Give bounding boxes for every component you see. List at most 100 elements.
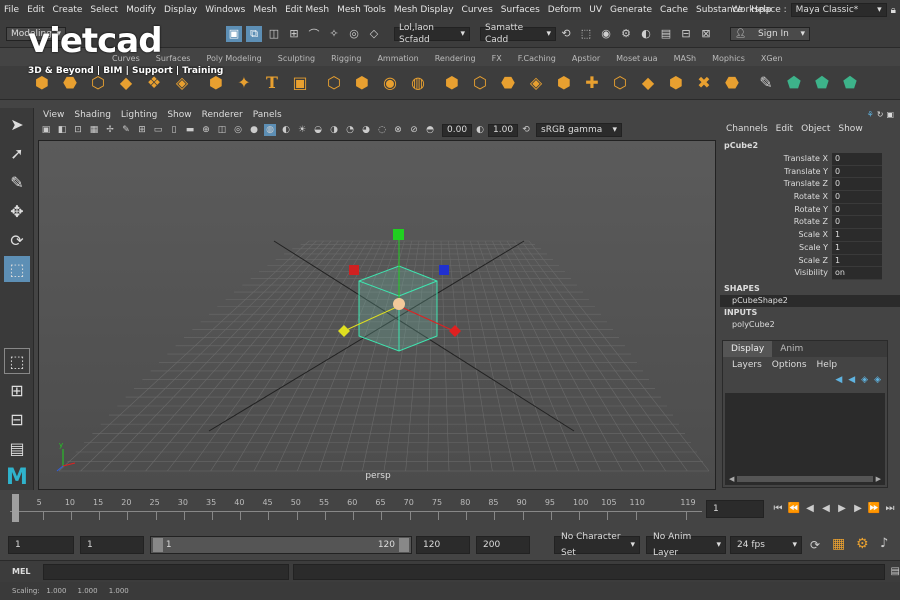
character-set-dropdown[interactable]: No Character Set ▾ <box>554 532 640 558</box>
menu-item-create[interactable]: Create <box>49 0 87 20</box>
sound-icon[interactable]: ♪ <box>880 536 888 551</box>
attribute-value[interactable]: 0 <box>832 216 882 230</box>
attribute-row[interactable]: Scale X 1 <box>720 229 900 242</box>
motion-blur-icon[interactable]: ◔ <box>344 124 356 136</box>
range-start-handle[interactable] <box>153 537 163 552</box>
command-language-label[interactable]: MEL <box>0 567 43 576</box>
safe-action-icon[interactable]: ◫ <box>216 124 228 136</box>
menu-item-modify[interactable]: Modify <box>122 0 160 20</box>
bevel-icon[interactable]: ⬣ <box>496 71 520 95</box>
attribute-row[interactable]: Translate Y 0 <box>720 165 900 179</box>
menu-item-generate[interactable]: Generate <box>606 0 656 20</box>
history-icon[interactable]: ⟲ <box>558 26 574 42</box>
bridge-icon[interactable]: ⬡ <box>468 71 492 95</box>
shelf-tab-moset-aua[interactable]: Moset aua <box>608 52 665 66</box>
loop-icon[interactable]: ⟳ <box>810 538 820 552</box>
auto-key-icon[interactable]: ▦ <box>832 536 845 552</box>
menu-item-windows[interactable]: Windows <box>201 0 249 20</box>
go-to-end-icon[interactable]: ⏭ <box>884 501 896 515</box>
grid-icon[interactable]: ⊞ <box>136 124 148 136</box>
channel-menu-object[interactable]: Object <box>797 124 834 134</box>
brush-icon[interactable]: ✎ <box>754 71 778 95</box>
attribute-editor-icon[interactable]: ⊟ <box>678 26 694 42</box>
camera-attr-icon[interactable]: ◧ <box>56 124 68 136</box>
lasso-tool-icon[interactable]: ➚ <box>4 140 30 166</box>
shelf-tab-fx[interactable]: FX <box>484 52 510 66</box>
menu-item-edit-mesh[interactable]: Edit Mesh <box>281 0 333 20</box>
scroll-right-icon[interactable]: ▶ <box>876 475 881 483</box>
modeling-toolkit-tab-icon[interactable]: ▣ <box>886 110 894 119</box>
snap-surface-icon[interactable]: ◎ <box>346 26 362 42</box>
extrude-icon[interactable]: ⬢ <box>440 71 464 95</box>
attribute-row[interactable]: Scale Z 1 <box>720 254 900 268</box>
menu-item-surfaces[interactable]: Surfaces <box>497 0 544 20</box>
attribute-row[interactable]: Rotate Y 0 <box>720 203 900 217</box>
paint-select-icon[interactable]: ✎ <box>4 169 30 195</box>
attribute-row[interactable]: Rotate X 0 <box>720 191 900 204</box>
gamma-icon[interactable]: ◐ <box>474 124 486 136</box>
snap-point-icon[interactable]: ✧ <box>326 26 342 42</box>
playback-start-field[interactable]: 1 <box>80 536 144 554</box>
viewport-menu-show[interactable]: Show <box>162 108 196 122</box>
symmetry-dropdown[interactable]: Samatte Cadd ▾ <box>480 23 556 45</box>
current-frame-field[interactable]: 1 <box>706 500 764 518</box>
graph-layout-icon[interactable]: ▤ <box>4 435 30 461</box>
object-name[interactable]: pCube2 <box>720 138 900 152</box>
new-layer-selected-icon[interactable]: ◈ <box>874 375 881 385</box>
layer-menu-layers[interactable]: Layers <box>727 360 767 370</box>
attribute-value[interactable]: 1 <box>832 229 882 242</box>
channel-menu-edit[interactable]: Edit <box>772 124 797 134</box>
svg-icon[interactable]: ▣ <box>288 71 312 95</box>
step-back-key-icon[interactable]: ⏪ <box>788 501 800 515</box>
animation-start-field[interactable]: 1 <box>8 536 74 554</box>
smooth-shade-icon[interactable]: ● <box>248 124 260 136</box>
shelf-tab-mash[interactable]: MASh <box>666 52 705 66</box>
append-icon[interactable]: ◈ <box>524 71 548 95</box>
time-slider[interactable]: 5 10 15 20 25 30 35 40 45 50 55 60 65 70 75 80 85 90 95 100… <box>10 494 702 524</box>
animation-end-field[interactable]: 200 <box>476 536 530 554</box>
collapse-icon[interactable]: ✖ <box>692 71 716 95</box>
attribute-value[interactable]: 1 <box>832 241 882 255</box>
shelf-tab-poly-modeling[interactable]: Poly Modeling <box>198 52 269 66</box>
antialias-icon[interactable]: ◕ <box>360 124 372 136</box>
shelf-tab-rigging[interactable]: Rigging <box>323 52 369 66</box>
fill-hole-icon[interactable]: ⬢ <box>552 71 576 95</box>
menu-item-select[interactable]: Select <box>86 0 122 20</box>
menu-item-file[interactable]: File <box>0 0 23 20</box>
menu-item-edit[interactable]: Edit <box>23 0 48 20</box>
field-chart-icon[interactable]: ⊕ <box>200 124 212 136</box>
selection-dropdown[interactable]: Lol,laon Scfadd ▾ <box>394 23 470 45</box>
select-tool-icon[interactable]: ➤ <box>4 111 30 137</box>
step-back-frame-icon[interactable]: ◀ <box>804 501 816 515</box>
quad-draw-icon[interactable]: ⬣ <box>720 71 744 95</box>
layer-list[interactable]: ◀ ▶ <box>725 393 885 485</box>
color-management-icon[interactable]: ⟲ <box>520 124 532 136</box>
shadows-icon[interactable]: ◒ <box>312 124 324 136</box>
menu-item-mesh-tools[interactable]: Mesh Tools <box>333 0 390 20</box>
time-slider-track[interactable]: 5 10 15 20 25 30 35 40 45 50 55 60 65 70 75 80 85 90 95 100… <box>10 498 702 520</box>
step-forward-key-icon[interactable]: ⏩ <box>868 501 880 515</box>
exposure-icon[interactable]: ◓ <box>424 124 436 136</box>
super-shape-icon[interactable]: ✦ <box>232 71 256 95</box>
attribute-editor-tab-icon[interactable]: ↻ <box>877 110 884 119</box>
wireframe-on-shaded-icon[interactable]: ◍ <box>264 124 276 136</box>
channel-menu-show[interactable]: Show <box>834 124 866 134</box>
attribute-value[interactable]: 0 <box>832 165 882 179</box>
play-forward-icon[interactable]: ▶ <box>836 501 848 515</box>
layer-scrollbar[interactable]: ◀ ▶ <box>729 475 881 483</box>
viewport-persp[interactable]: y persp <box>38 140 716 490</box>
image-plane-icon[interactable]: ▦ <box>88 124 100 136</box>
gate-mask-icon[interactable]: ▬ <box>184 124 196 136</box>
separate-icon[interactable]: ⬢ <box>350 71 374 95</box>
select-camera-icon[interactable]: ▣ <box>40 124 52 136</box>
menu-item-mesh-display[interactable]: Mesh Display <box>390 0 458 20</box>
attribute-row[interactable]: Rotate Z 0 <box>720 216 900 230</box>
snap-curve-icon[interactable]: ⌒ <box>306 26 322 42</box>
select-by-hierarchy-icon[interactable]: ▣ <box>226 25 242 42</box>
shelf-tab-apstior[interactable]: Apstior <box>564 52 608 66</box>
uv-editor-icon[interactable]: ⬟ <box>782 71 806 95</box>
shelf-tab-ammation[interactable]: Ammation <box>369 52 426 66</box>
combine-icon[interactable]: ⬡ <box>322 71 346 95</box>
shelf-tab-mophics[interactable]: Mophics <box>704 52 753 66</box>
script-editor-icon[interactable]: ▤ <box>891 566 900 577</box>
